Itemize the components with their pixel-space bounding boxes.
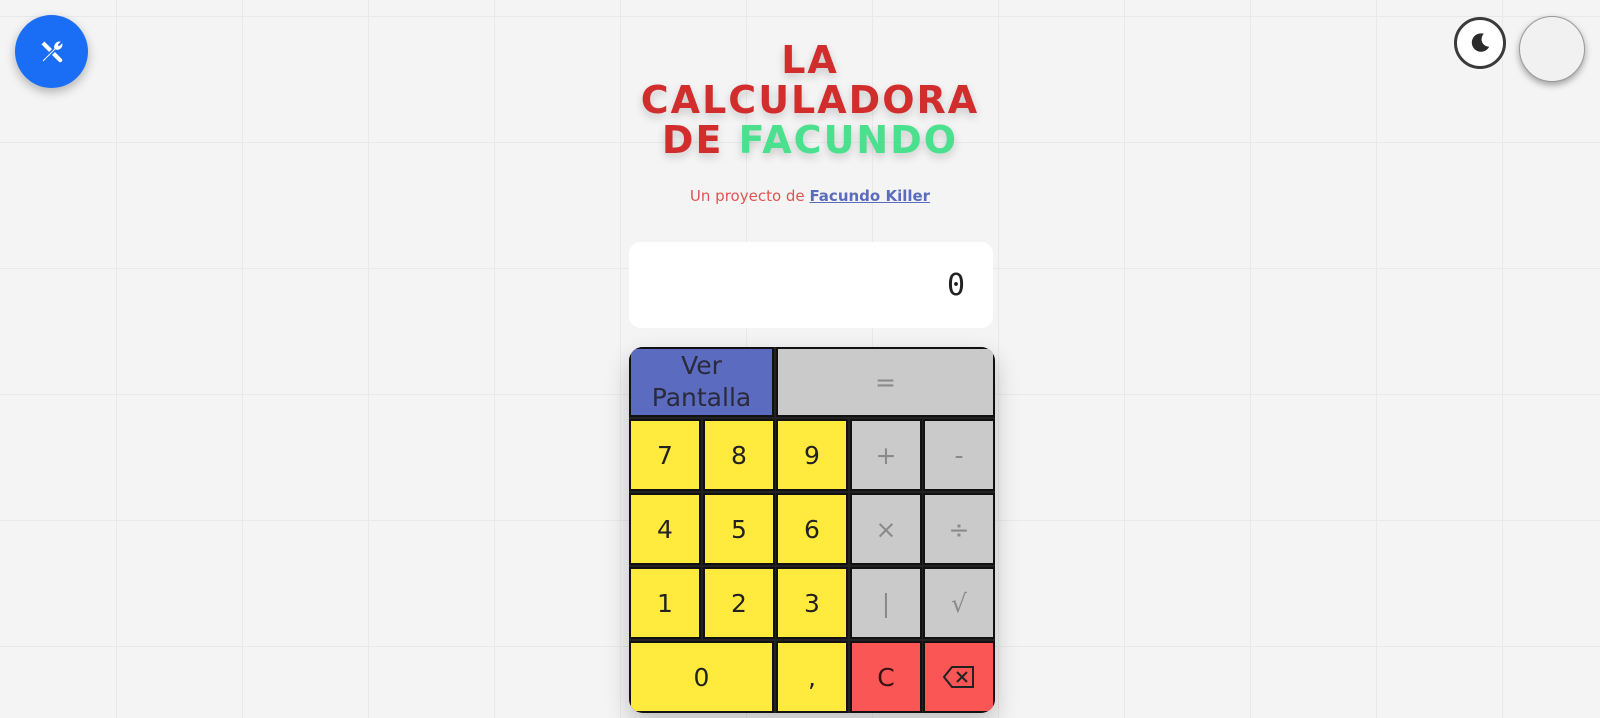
key-8[interactable]: 8 <box>703 419 775 491</box>
absolute-value-button[interactable]: | <box>850 567 922 639</box>
key-2[interactable]: 2 <box>703 567 775 639</box>
multiply-button[interactable]: × <box>850 493 922 565</box>
tools-icon <box>41 41 62 62</box>
keypad: Ver Pantalla = 7 8 9 + - 4 5 6 × ÷ 1 2 3… <box>629 347 995 713</box>
backspace-button[interactable] <box>923 641 995 713</box>
key-1[interactable]: 1 <box>629 567 701 639</box>
tools-button[interactable] <box>15 15 88 88</box>
backspace-icon <box>943 666 974 688</box>
key-4[interactable]: 4 <box>629 493 701 565</box>
title-line-2: CALCULADORA <box>640 78 980 122</box>
key-9[interactable]: 9 <box>776 419 848 491</box>
subtitle-text: Un proyecto de <box>689 187 805 205</box>
key-5[interactable]: 5 <box>703 493 775 565</box>
view-screen-label-2: Pantalla <box>651 383 752 412</box>
key-0[interactable]: 0 <box>629 641 774 713</box>
minus-button[interactable]: - <box>923 419 995 491</box>
moon-icon <box>1471 33 1490 52</box>
square-root-button[interactable]: √ <box>923 567 995 639</box>
key-3[interactable]: 3 <box>776 567 848 639</box>
view-screen-label-1: Ver <box>681 351 722 380</box>
calculator-display: 0 <box>629 242 993 328</box>
author-link[interactable]: Facundo Killer <box>809 187 930 205</box>
title-prefix: DE <box>661 118 724 162</box>
avatar-button[interactable] <box>1519 16 1585 82</box>
clear-button[interactable]: C <box>850 641 922 713</box>
display-value: 0 <box>946 267 965 303</box>
view-screen-button[interactable]: Ver Pantalla <box>629 347 774 417</box>
equals-button[interactable]: = <box>776 347 995 417</box>
key-7[interactable]: 7 <box>629 419 701 491</box>
subtitle: Un proyecto de Facundo Killer <box>560 187 1060 205</box>
title-line-1: LA <box>781 38 839 82</box>
theme-toggle-button[interactable] <box>1454 17 1506 69</box>
key-6[interactable]: 6 <box>776 493 848 565</box>
page-title: LA CALCULADORA DE FACUNDO <box>560 40 1060 160</box>
comma-button[interactable]: , <box>776 641 848 713</box>
title-highlight: FACUNDO <box>738 118 959 162</box>
plus-button[interactable]: + <box>850 419 922 491</box>
title-line-3: DE FACUNDO <box>560 120 1060 160</box>
divide-button[interactable]: ÷ <box>923 493 995 565</box>
